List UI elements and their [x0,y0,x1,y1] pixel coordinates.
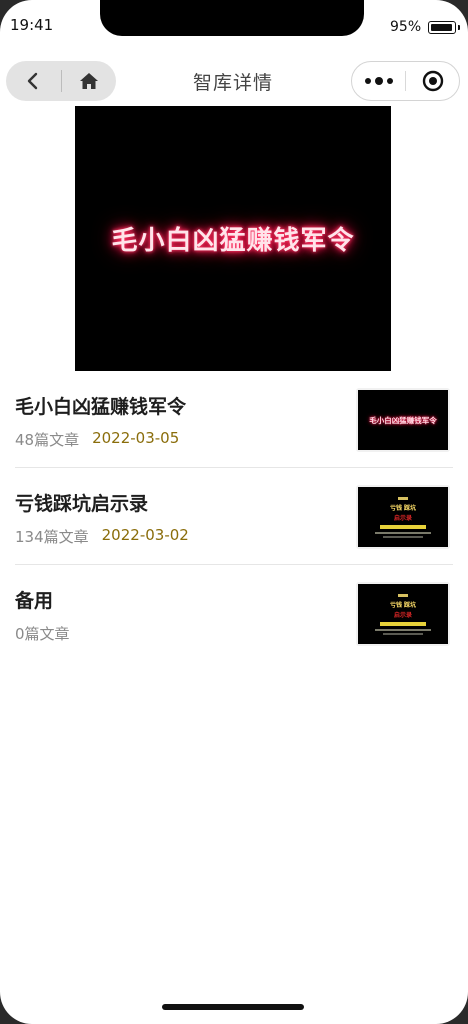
item-thumbnail: 毛小白凶猛赚钱军令 [356,388,450,452]
item-title: 毛小白凶猛赚钱军令 [15,396,187,418]
page-title: 智库详情 [192,72,273,94]
home-button[interactable] [61,61,116,101]
thumbnail-decoration [398,496,408,500]
list-item[interactable]: 备用 0篇文章 亏钱 踩坑 启示录 [15,565,453,662]
item-title: 备用 [15,590,54,612]
thumbnail-image: 毛小白凶猛赚钱军令 [358,390,448,450]
miniprogram-capsule [351,61,460,101]
thumbnail-text: 毛小白凶猛赚钱军令 [369,415,437,425]
more-button[interactable] [352,61,405,101]
thumbnail-bar [380,524,426,529]
thumbnail-line [383,632,423,635]
app-screen: 19:41 95% 智库详情 毛小白凶猛赚钱军令 毛小白凶猛赚钱军令 48篇文章… [0,0,468,1024]
article-count: 134篇文章 [15,528,89,546]
home-icon [79,73,98,89]
list-item[interactable]: 亏钱踩坑启示录 134篇文章 2022-03-02 亏钱 踩坑 启示录 [15,468,453,565]
item-thumbnail: 亏钱 踩坑 启示录 [356,582,450,646]
status-bar: 19:41 95% [0,0,468,50]
thumbnail-image: 亏钱 踩坑 启示录 [358,487,448,547]
article-count: 0篇文章 [15,625,70,643]
thumbnail-line [383,535,423,538]
thumbnail-headline: 亏钱 踩坑 [389,504,417,512]
thumbnail-bar [380,621,426,626]
banner-text: 毛小白凶猛赚钱军令 [111,226,355,256]
item-date: 2022-03-05 [92,429,180,447]
status-time: 19:41 [10,16,54,34]
thumbnail-image: 亏钱 踩坑 启示录 [358,584,448,644]
back-button[interactable] [6,61,61,101]
battery-icon [428,21,460,34]
list-item[interactable]: 毛小白凶猛赚钱军令 48篇文章 2022-03-05 毛小白凶猛赚钱军令 [15,371,453,468]
chevron-left-icon [28,72,38,90]
banner-image: 毛小白凶猛赚钱军令 [75,106,391,371]
thumbnail-line [375,531,431,534]
item-title: 亏钱踩坑启示录 [15,493,149,515]
nav-bar: 智库详情 [0,58,468,104]
item-meta: 48篇文章 2022-03-05 [15,429,179,450]
item-date: 2022-03-02 [101,526,189,544]
home-indicator[interactable] [162,1004,304,1010]
item-meta: 0篇文章 [15,623,70,644]
collection-list: 毛小白凶猛赚钱军令 48篇文章 2022-03-05 毛小白凶猛赚钱军令 亏钱踩… [0,371,468,662]
close-miniprogram-button[interactable] [406,61,459,101]
battery-percent: 95% [390,19,422,35]
article-count: 48篇文章 [15,431,80,449]
nav-capsule [6,61,116,101]
more-dots-icon [364,77,393,85]
notch [100,0,364,36]
thumbnail-line [375,628,431,631]
item-meta: 134篇文章 2022-03-02 [15,526,189,547]
thumbnail-subhead: 启示录 [393,611,412,619]
thumbnail-subhead: 启示录 [393,514,412,522]
thumbnail-decoration [398,593,408,597]
thumbnail-headline: 亏钱 踩坑 [389,601,417,609]
target-close-icon [422,70,443,92]
item-thumbnail: 亏钱 踩坑 启示录 [356,485,450,549]
